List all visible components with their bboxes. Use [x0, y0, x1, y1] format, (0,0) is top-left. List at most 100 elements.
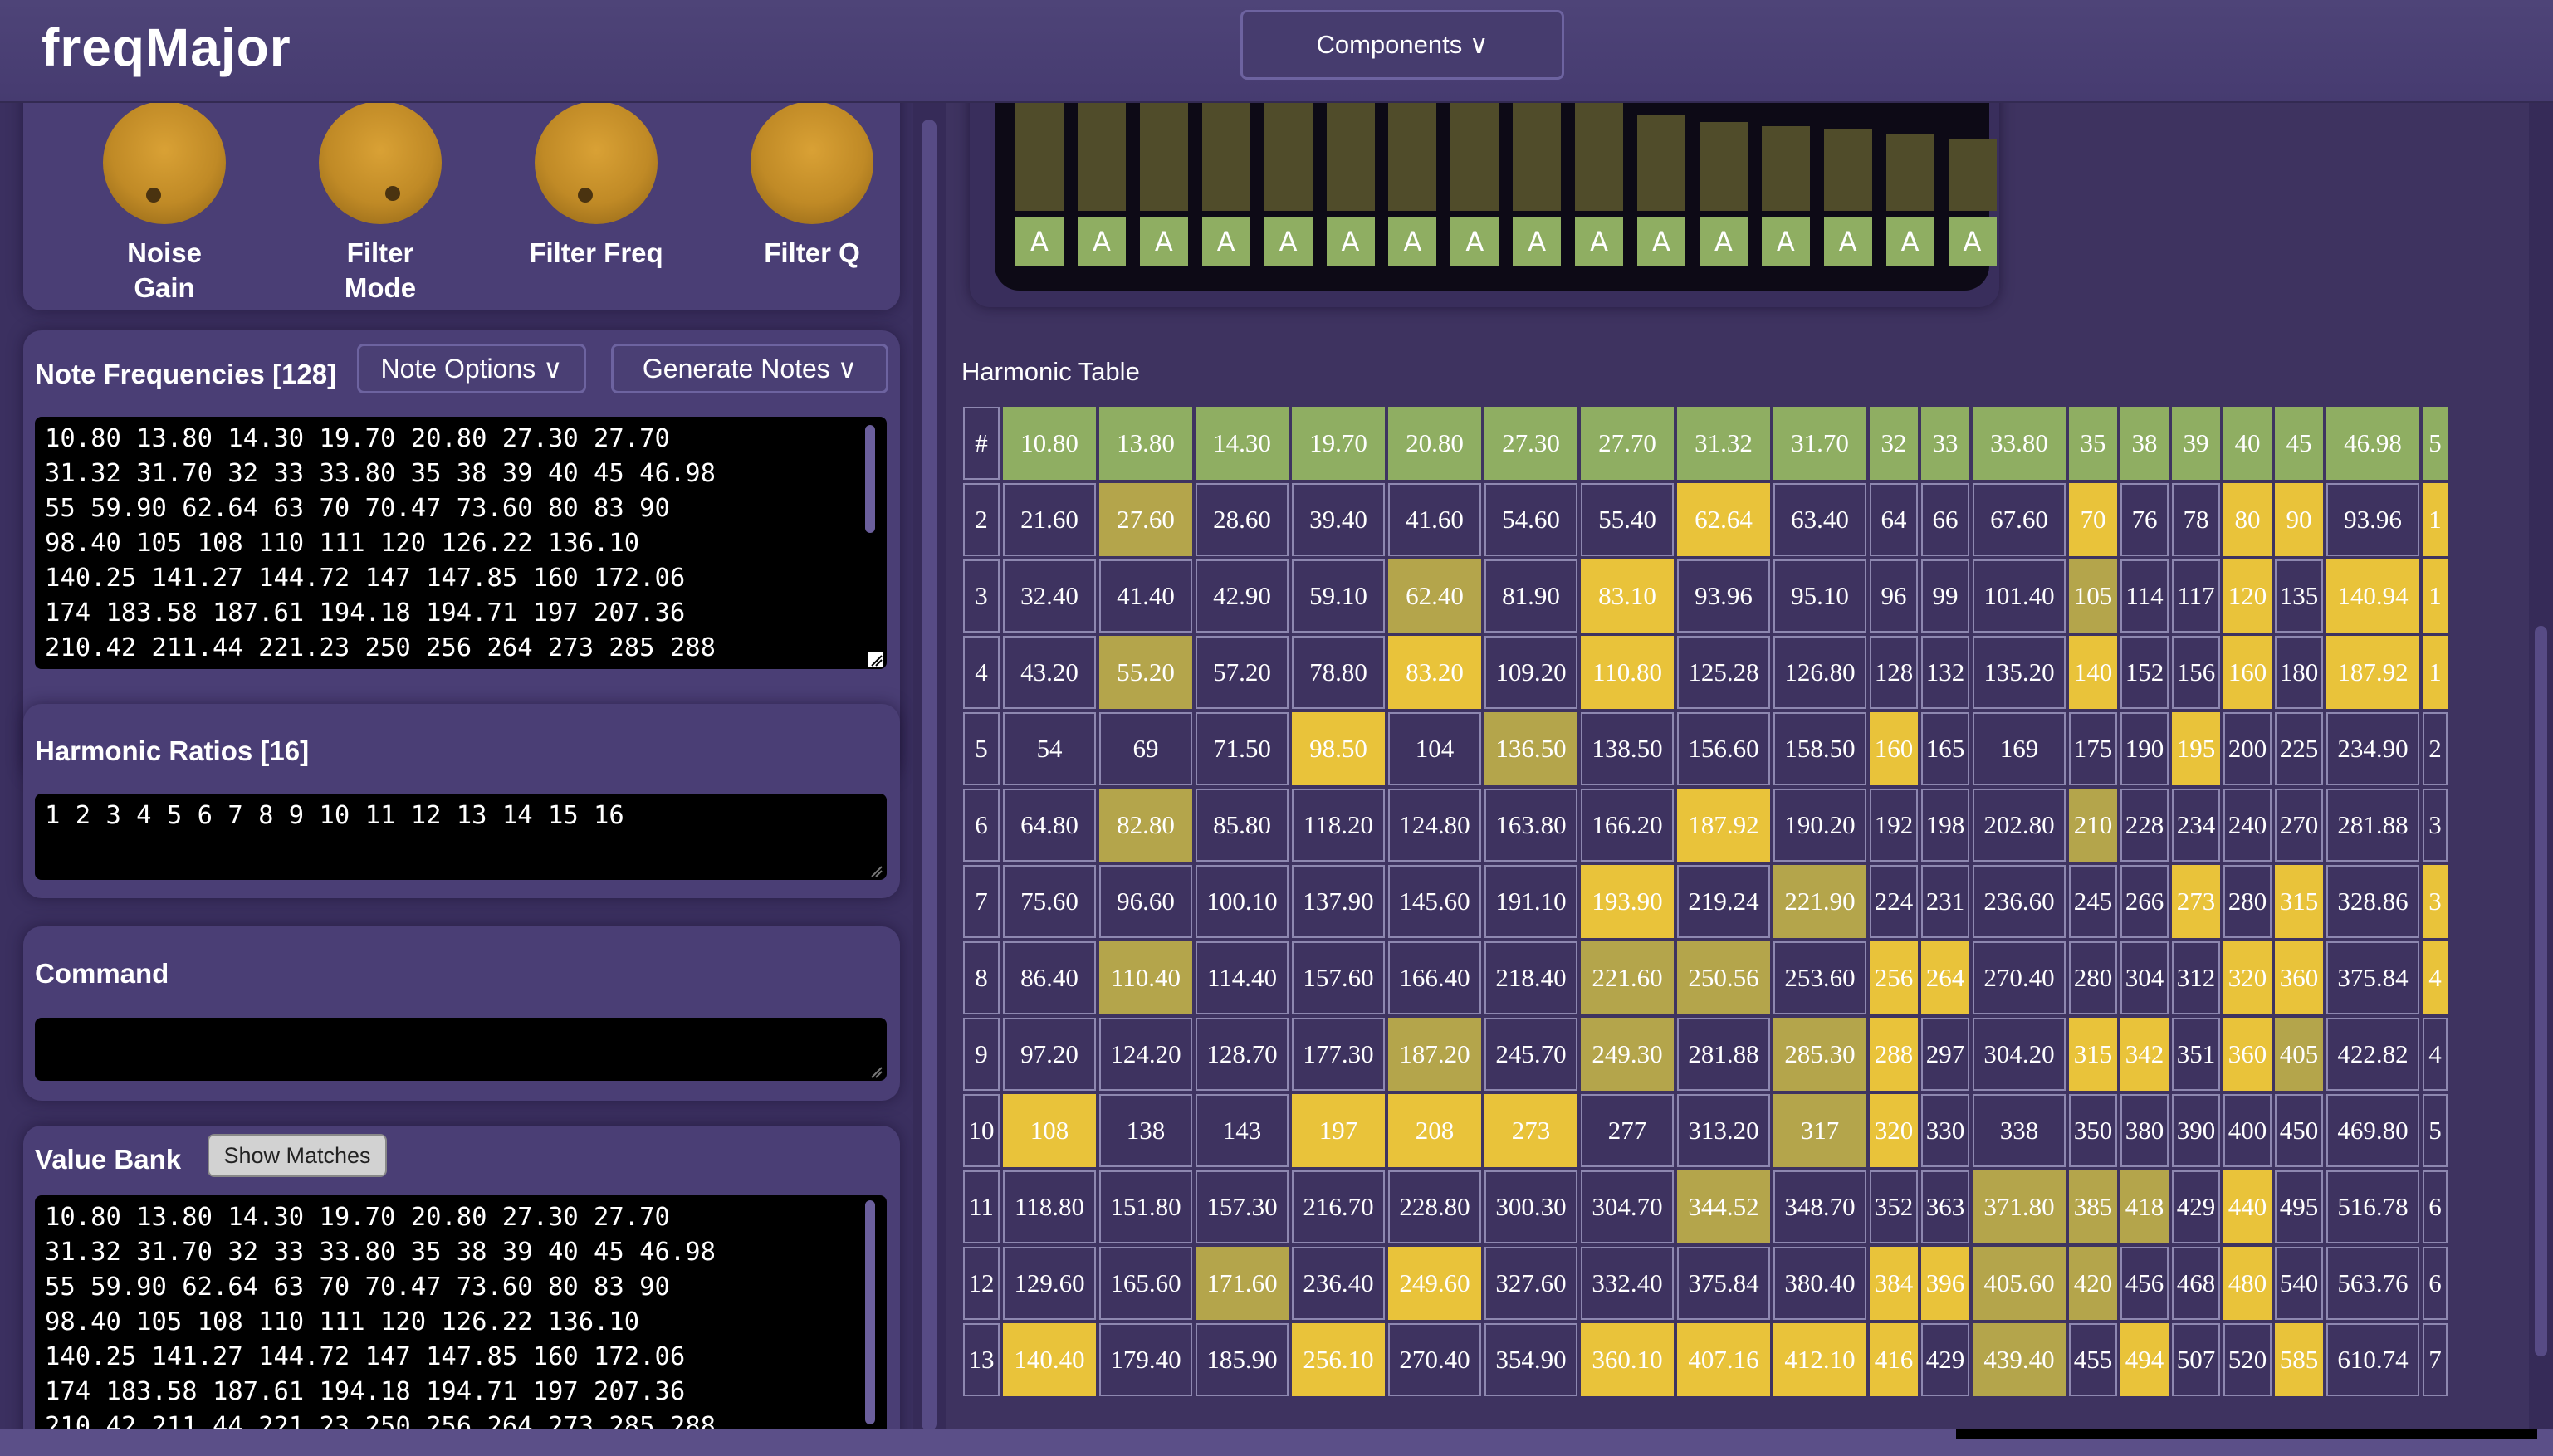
harmonic-ratios-textarea[interactable]: 1 2 3 4 5 6 7 8 9 10 11 12 13 14 15 16 — [35, 794, 887, 880]
meter-a-button[interactable]: A — [1326, 217, 1375, 266]
knob-icon[interactable] — [535, 103, 658, 224]
note-options-dropdown[interactable]: Note Options ∨ — [357, 344, 586, 393]
harmonic-table-cell: 59.10 — [1292, 559, 1385, 633]
harmonic-table-cell: 216.70 — [1292, 1170, 1385, 1243]
harmonic-table-cell: 225 — [2275, 712, 2323, 785]
knob-label: Filter Q — [764, 237, 860, 268]
harmonic-table-cell: 540 — [2275, 1247, 2323, 1320]
resize-handle-icon[interactable] — [868, 1064, 883, 1079]
harmonic-table-cell: 156 — [2172, 636, 2220, 709]
knob-label: Filter Freq — [529, 237, 663, 268]
harmonic-table-header-cell: 10.80 — [1003, 407, 1096, 480]
harmonic-meter-panel: AAAAAAAAAAAAAAAA — [970, 103, 1999, 307]
meter-a-button[interactable]: A — [1948, 217, 1997, 266]
meter-a-button[interactable]: A — [1450, 217, 1499, 266]
harmonic-table-cell: 495 — [2275, 1170, 2323, 1243]
knob-icon[interactable] — [319, 103, 442, 224]
right-column: AAAAAAAAAAAAAAAA Harmonic Table #10.80 13… — [946, 103, 2531, 1443]
harmonic-table-cell: 82.80 — [1099, 789, 1192, 862]
harmonic-table-header-cell: 33.80 — [1973, 407, 2066, 480]
harmonic-table-cell: 456 — [2120, 1247, 2169, 1320]
harmonic-table-header-cell: 40 — [2223, 407, 2272, 480]
knob-control[interactable]: Noise Gain — [81, 103, 247, 305]
value-bank-title: Value Bank — [35, 1144, 182, 1175]
knob-control[interactable]: Filter Q — [729, 103, 895, 271]
meter-a-button[interactable]: A — [1823, 217, 1872, 266]
harmonic-table-row-number: 12 — [963, 1247, 1000, 1320]
harmonic-table-cell: 332.40 — [1581, 1247, 1674, 1320]
harmonic-table-header-cell: 5 — [2423, 407, 2448, 480]
harmonic-table-cell: 375.84 — [2326, 941, 2419, 1014]
harmonic-table-cell: 200 — [2223, 712, 2272, 785]
knob-control[interactable]: Filter Mode — [297, 103, 463, 305]
horizontal-scrollbar[interactable] — [0, 1429, 2553, 1456]
left-scrollbar[interactable] — [913, 103, 946, 1443]
harmonic-table-cell: 236.60 — [1973, 865, 2066, 938]
harmonic-table-header-cell: 27.30 — [1484, 407, 1577, 480]
harmonic-table-cell: 55.20 — [1099, 636, 1192, 709]
meter-a-button[interactable]: A — [1637, 217, 1685, 266]
harmonic-table-cell: 191.10 — [1484, 865, 1577, 938]
knob-icon[interactable] — [103, 103, 226, 224]
harmonic-table-cell: 93.96 — [2326, 483, 2419, 556]
harmonic-table-cell: 169 — [1973, 712, 2066, 785]
meter-a-button[interactable]: A — [1388, 217, 1437, 266]
meter-a-button[interactable]: A — [1575, 217, 1624, 266]
harmonic-table-row: 7 75.60 96.60 100.10 137.90 145.60 191.10 193.9… — [963, 865, 2448, 938]
harmonic-table-cell: 62.64 — [1677, 483, 1770, 556]
harmonic-table-cell: 253.60 — [1773, 941, 1866, 1014]
harmonic-table-cell: 245.70 — [1484, 1018, 1577, 1091]
meter-a-button[interactable]: A — [1699, 217, 1748, 266]
meter-a-button[interactable]: A — [1139, 217, 1188, 266]
right-scrollbar-thumb[interactable] — [2535, 626, 2547, 1356]
harmonic-table-cell: 280 — [2223, 865, 2272, 938]
harmonic-table-cell: 236.40 — [1292, 1247, 1385, 1320]
harmonic-table-header-cell: 31.70 — [1773, 407, 1866, 480]
generate-notes-dropdown[interactable]: Generate Notes ∨ — [611, 344, 888, 393]
meter-a-button[interactable]: A — [1885, 217, 1934, 266]
meter-a-button[interactable]: A — [1264, 217, 1313, 266]
value-bank-scrollbar[interactable] — [865, 1200, 875, 1424]
harmonic-table-cell: 270.40 — [1388, 1323, 1481, 1396]
note-frequencies-scrollbar[interactable] — [865, 425, 875, 533]
harmonic-table-row-number: 5 — [963, 712, 1000, 785]
harmonic-table-cell: 158.50 — [1773, 712, 1866, 785]
harmonic-table-cell: 429 — [2172, 1170, 2220, 1243]
harmonic-table-cell: 380.40 — [1773, 1247, 1866, 1320]
harmonic-table-cell: 420 — [2069, 1247, 2117, 1320]
harmonic-table-cell: 108 — [1003, 1094, 1096, 1167]
resize-handle-icon[interactable] — [868, 652, 883, 667]
meter-a-button[interactable]: A — [1513, 217, 1562, 266]
horizontal-scrollbar-thumb[interactable] — [1956, 1429, 2537, 1439]
meter-a-button[interactable]: A — [1761, 217, 1810, 266]
note-frequencies-textarea[interactable]: 10.80 13.80 14.30 19.70 20.80 27.30 27.7… — [35, 417, 887, 669]
harmonic-table-cell: 327.60 — [1484, 1247, 1577, 1320]
knob-icon[interactable] — [751, 103, 873, 224]
harmonic-table-cell: 1 — [2423, 636, 2448, 709]
right-scrollbar[interactable] — [2529, 103, 2553, 1443]
left-scrollbar-thumb[interactable] — [922, 120, 937, 1431]
harmonic-table-cell: 412.10 — [1773, 1323, 1866, 1396]
meter-bar — [1139, 103, 1188, 211]
harmonic-table-cell: 281.88 — [2326, 789, 2419, 862]
command-input[interactable] — [35, 1018, 887, 1081]
harmonic-table-cell: 187.92 — [1677, 789, 1770, 862]
components-dropdown[interactable]: Components ∨ — [1240, 10, 1564, 80]
harmonic-table-cell: 180 — [2275, 636, 2323, 709]
meter-a-button[interactable]: A — [1077, 217, 1126, 266]
show-matches-button[interactable]: Show Matches — [208, 1134, 387, 1177]
meter-a-button[interactable]: A — [1015, 217, 1064, 266]
harmonic-table-cell: 128.70 — [1196, 1018, 1289, 1091]
harmonic-table-cell: 344.52 — [1677, 1170, 1770, 1243]
resize-handle-icon[interactable] — [868, 863, 883, 878]
harmonic-table-cell: 440 — [2223, 1170, 2272, 1243]
harmonic-table-row: 8 86.40 110.40 114.40 157.60 166.40 218.40 221.… — [963, 941, 2448, 1014]
value-bank-textarea[interactable]: 10.80 13.80 14.30 19.70 20.80 27.30 27.7… — [35, 1195, 887, 1443]
harmonic-ratios-panel: Harmonic Ratios [16] 1 2 3 4 5 6 7 8 9 1… — [23, 704, 900, 898]
meter-a-button[interactable]: A — [1201, 217, 1250, 266]
knob-control[interactable]: Filter Freq — [513, 103, 679, 271]
harmonic-table-cell: 129.60 — [1003, 1247, 1096, 1320]
harmonic-table-row-number: 9 — [963, 1018, 1000, 1091]
harmonic-table-cell: 277 — [1581, 1094, 1674, 1167]
knob-indicator — [578, 188, 593, 203]
